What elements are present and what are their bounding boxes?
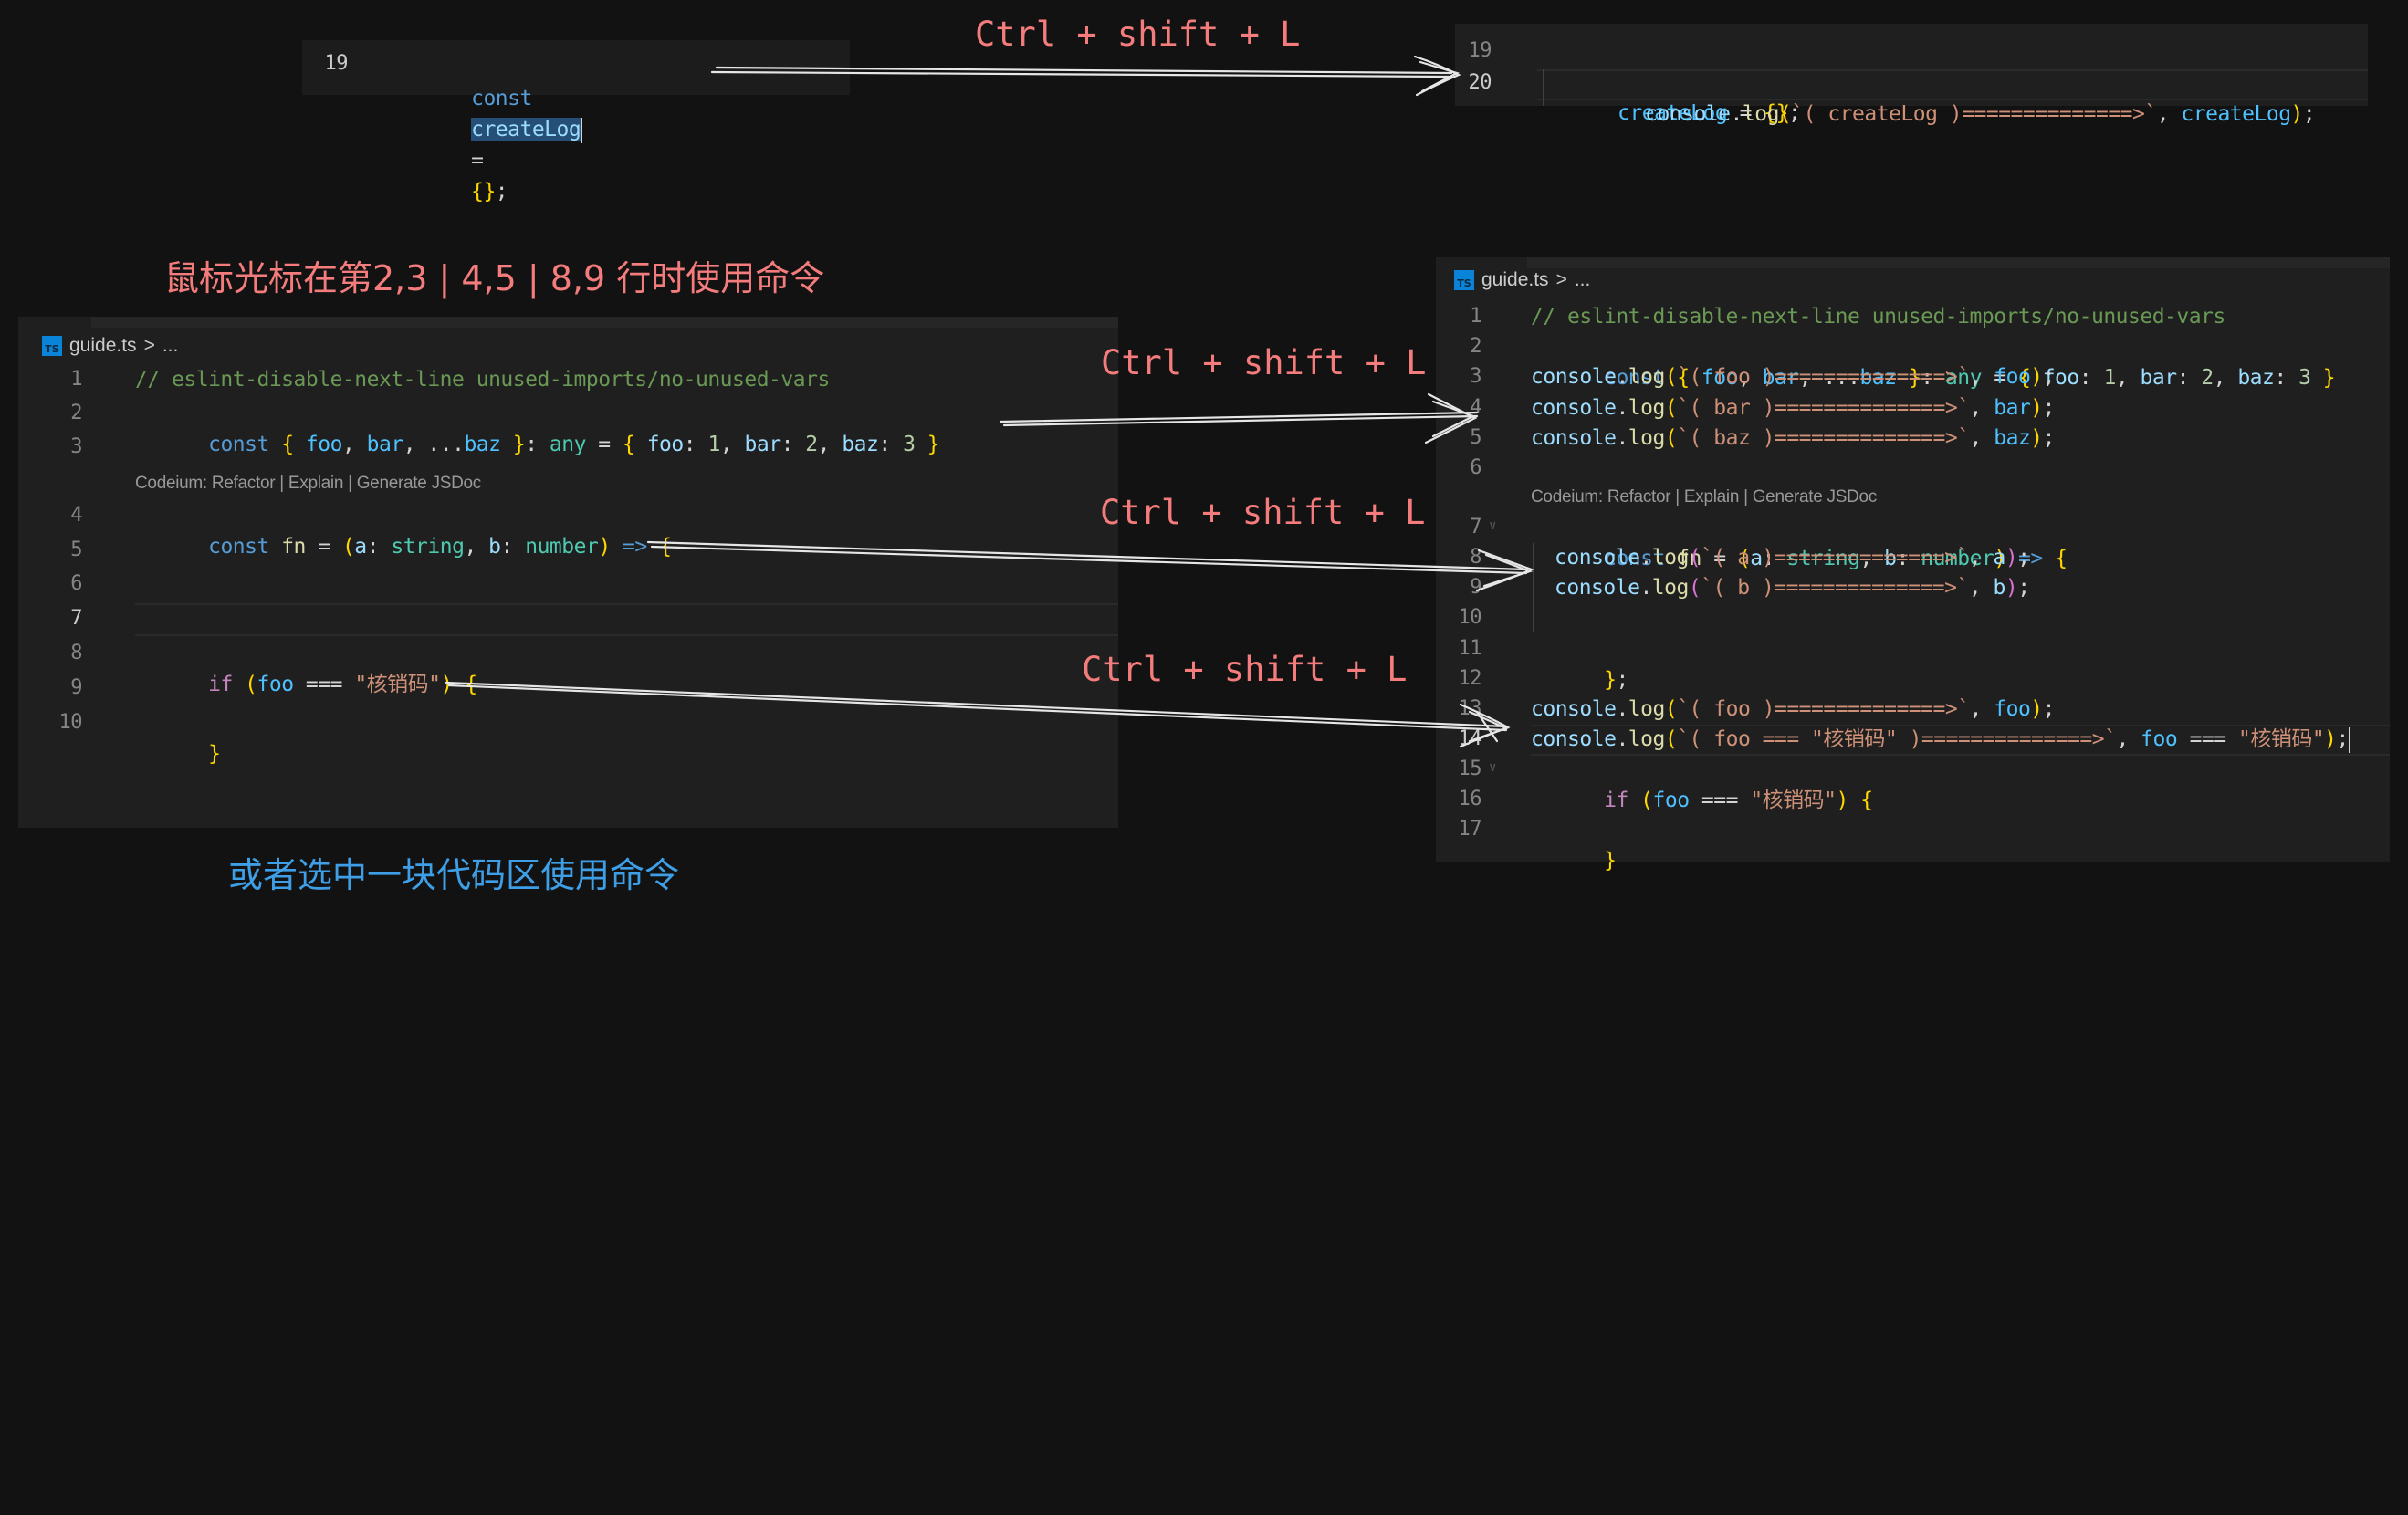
arrow-line2 [999, 392, 1479, 444]
arrow-line4 [646, 540, 1535, 592]
arrow-line8 [445, 681, 1511, 748]
arrow-top [710, 55, 1461, 97]
annotation-arrows [445, 55, 1535, 748]
